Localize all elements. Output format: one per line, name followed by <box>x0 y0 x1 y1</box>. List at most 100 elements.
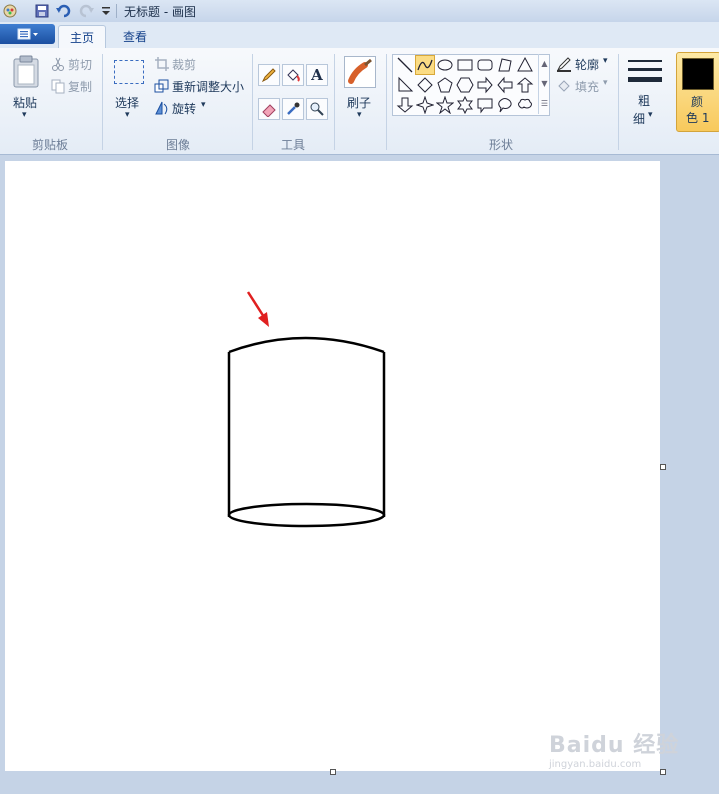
shape-rect-callout[interactable] <box>476 96 494 114</box>
hexagon-icon <box>456 77 474 93</box>
shape-five-point-star[interactable] <box>436 96 454 114</box>
outline-icon <box>556 57 571 72</box>
shape-triangle[interactable] <box>516 56 534 74</box>
shape-left-arrow[interactable] <box>496 76 514 94</box>
text-a-icon: A <box>311 66 323 84</box>
save-icon[interactable] <box>34 3 50 19</box>
app-icon[interactable] <box>2 3 18 19</box>
pentagon-icon <box>437 77 453 93</box>
title-bar: 无标题 - 画图 <box>0 0 719 23</box>
expand-gallery-icon[interactable]: ☰ <box>539 94 550 114</box>
tools-group-label: 工具 <box>280 138 305 152</box>
paste-button[interactable]: 粘贴 ▾ <box>6 52 46 122</box>
right-arrow-icon <box>477 76 493 94</box>
crop-icon <box>155 57 169 71</box>
size-button[interactable]: 粗 细 ▾ <box>624 52 668 132</box>
shape-pentagon[interactable] <box>436 76 454 94</box>
magnifier-tool[interactable] <box>306 98 328 120</box>
paste-label: 粘贴 <box>13 96 38 110</box>
text-tool[interactable]: A <box>306 64 328 86</box>
cut-icon <box>52 57 64 71</box>
shape-rounded-rectangle[interactable] <box>476 56 494 74</box>
undo-icon[interactable] <box>56 3 72 19</box>
fill-icon <box>558 80 570 92</box>
shape-hexagon[interactable] <box>456 76 474 94</box>
rectangle-icon <box>457 59 473 71</box>
group-separator <box>386 54 387 150</box>
shape-right-arrow[interactable] <box>476 76 494 94</box>
shape-six-point-star[interactable] <box>456 96 474 114</box>
scroll-down-icon[interactable]: ▼ <box>539 74 550 94</box>
shape-curve[interactable] <box>415 55 435 75</box>
color-picker-tool[interactable] <box>282 98 304 120</box>
brush-label: 刷子 <box>347 96 372 110</box>
shape-right-triangle[interactable] <box>396 76 414 94</box>
tab-view[interactable]: 查看 <box>112 25 158 48</box>
shape-diamond[interactable] <box>416 76 434 94</box>
shape-oval-callout[interactable] <box>496 96 514 114</box>
shape-four-point-star[interactable] <box>416 96 434 114</box>
window-title: 无标题 - 画图 <box>124 5 196 19</box>
clipboard-group-label: 剪贴板 <box>31 138 68 152</box>
four-point-star-icon <box>416 96 434 114</box>
brushes-button[interactable]: 刷子 ▾ <box>340 52 380 122</box>
outline-dropdown-icon: ▾ <box>603 56 608 66</box>
curve-icon <box>417 59 433 71</box>
shape-down-arrow[interactable] <box>396 96 414 114</box>
file-menu-icon <box>17 28 38 40</box>
cylinder-top-arc <box>228 336 385 354</box>
resize-icon <box>154 79 169 93</box>
cut-button[interactable]: 剪切 <box>68 56 92 73</box>
shape-cloud-callout[interactable] <box>516 96 534 114</box>
shape-rectangle[interactable] <box>456 56 474 74</box>
eraser-tool[interactable] <box>258 98 280 120</box>
line-icon <box>397 57 413 73</box>
resize-handle-right[interactable] <box>660 464 666 470</box>
magnifier-icon <box>310 102 324 116</box>
resize-handle-bottom[interactable] <box>330 769 336 775</box>
color1-button[interactable]: 颜 色 1 <box>676 52 719 132</box>
copy-button[interactable]: 复制 <box>68 78 92 95</box>
fill-bucket-icon <box>287 69 300 82</box>
group-separator <box>252 54 253 150</box>
watermark-url: jingyan.baidu.com <box>549 759 642 770</box>
five-point-star-icon <box>436 96 454 114</box>
fill-button[interactable]: 填充 <box>575 78 599 95</box>
shape-oval[interactable] <box>436 56 454 74</box>
fill-tool[interactable] <box>282 64 304 86</box>
group-separator <box>618 54 619 150</box>
diamond-icon <box>417 77 433 93</box>
watermark: Baidu 经验 jingyan.baidu.com <box>549 727 679 770</box>
rounded-rectangle-icon <box>477 59 493 71</box>
shape-up-arrow[interactable] <box>516 76 534 94</box>
color1-label-1: 颜 <box>691 95 704 109</box>
rect-callout-icon <box>477 98 493 114</box>
customize-toolbar-icon[interactable] <box>98 3 114 19</box>
size-dropdown-icon: ▾ <box>648 110 653 120</box>
select-button[interactable]: 选择 ▾ <box>108 52 150 122</box>
resize-button[interactable]: 重新调整大小 <box>172 78 244 95</box>
six-point-star-icon <box>457 96 473 114</box>
polygon-icon <box>498 58 512 72</box>
shapes-scroll[interactable]: ▲ ▼ ☰ <box>538 54 550 114</box>
red-arrow-annotation <box>246 291 269 327</box>
cylinder-drawing <box>227 336 386 528</box>
scroll-up-icon[interactable]: ▲ <box>539 54 550 74</box>
group-separator <box>102 54 103 150</box>
ribbon: 粘贴 ▾ 剪切 复制 剪贴板 选择 ▾ 裁剪 重新调整大小 旋转 ▾ 图像 A … <box>0 48 719 155</box>
shape-polygon[interactable] <box>496 56 514 74</box>
up-arrow-icon <box>516 77 534 93</box>
drawing-canvas[interactable] <box>5 161 660 771</box>
select-dropdown-icon: ▾ <box>125 110 130 120</box>
redo-icon[interactable] <box>78 3 94 19</box>
shapes-group-label: 形状 <box>488 138 513 152</box>
outline-button[interactable]: 轮廓 <box>575 56 599 73</box>
shape-line[interactable] <box>396 56 414 74</box>
file-menu-button[interactable] <box>0 24 55 44</box>
crop-button[interactable]: 裁剪 <box>172 56 196 73</box>
tab-home[interactable]: 主页 <box>58 25 106 49</box>
image-group-label: 图像 <box>165 138 190 152</box>
pencil-tool[interactable] <box>258 64 280 86</box>
rotate-button[interactable]: 旋转 <box>172 100 196 117</box>
line-width-icon <box>628 60 662 82</box>
